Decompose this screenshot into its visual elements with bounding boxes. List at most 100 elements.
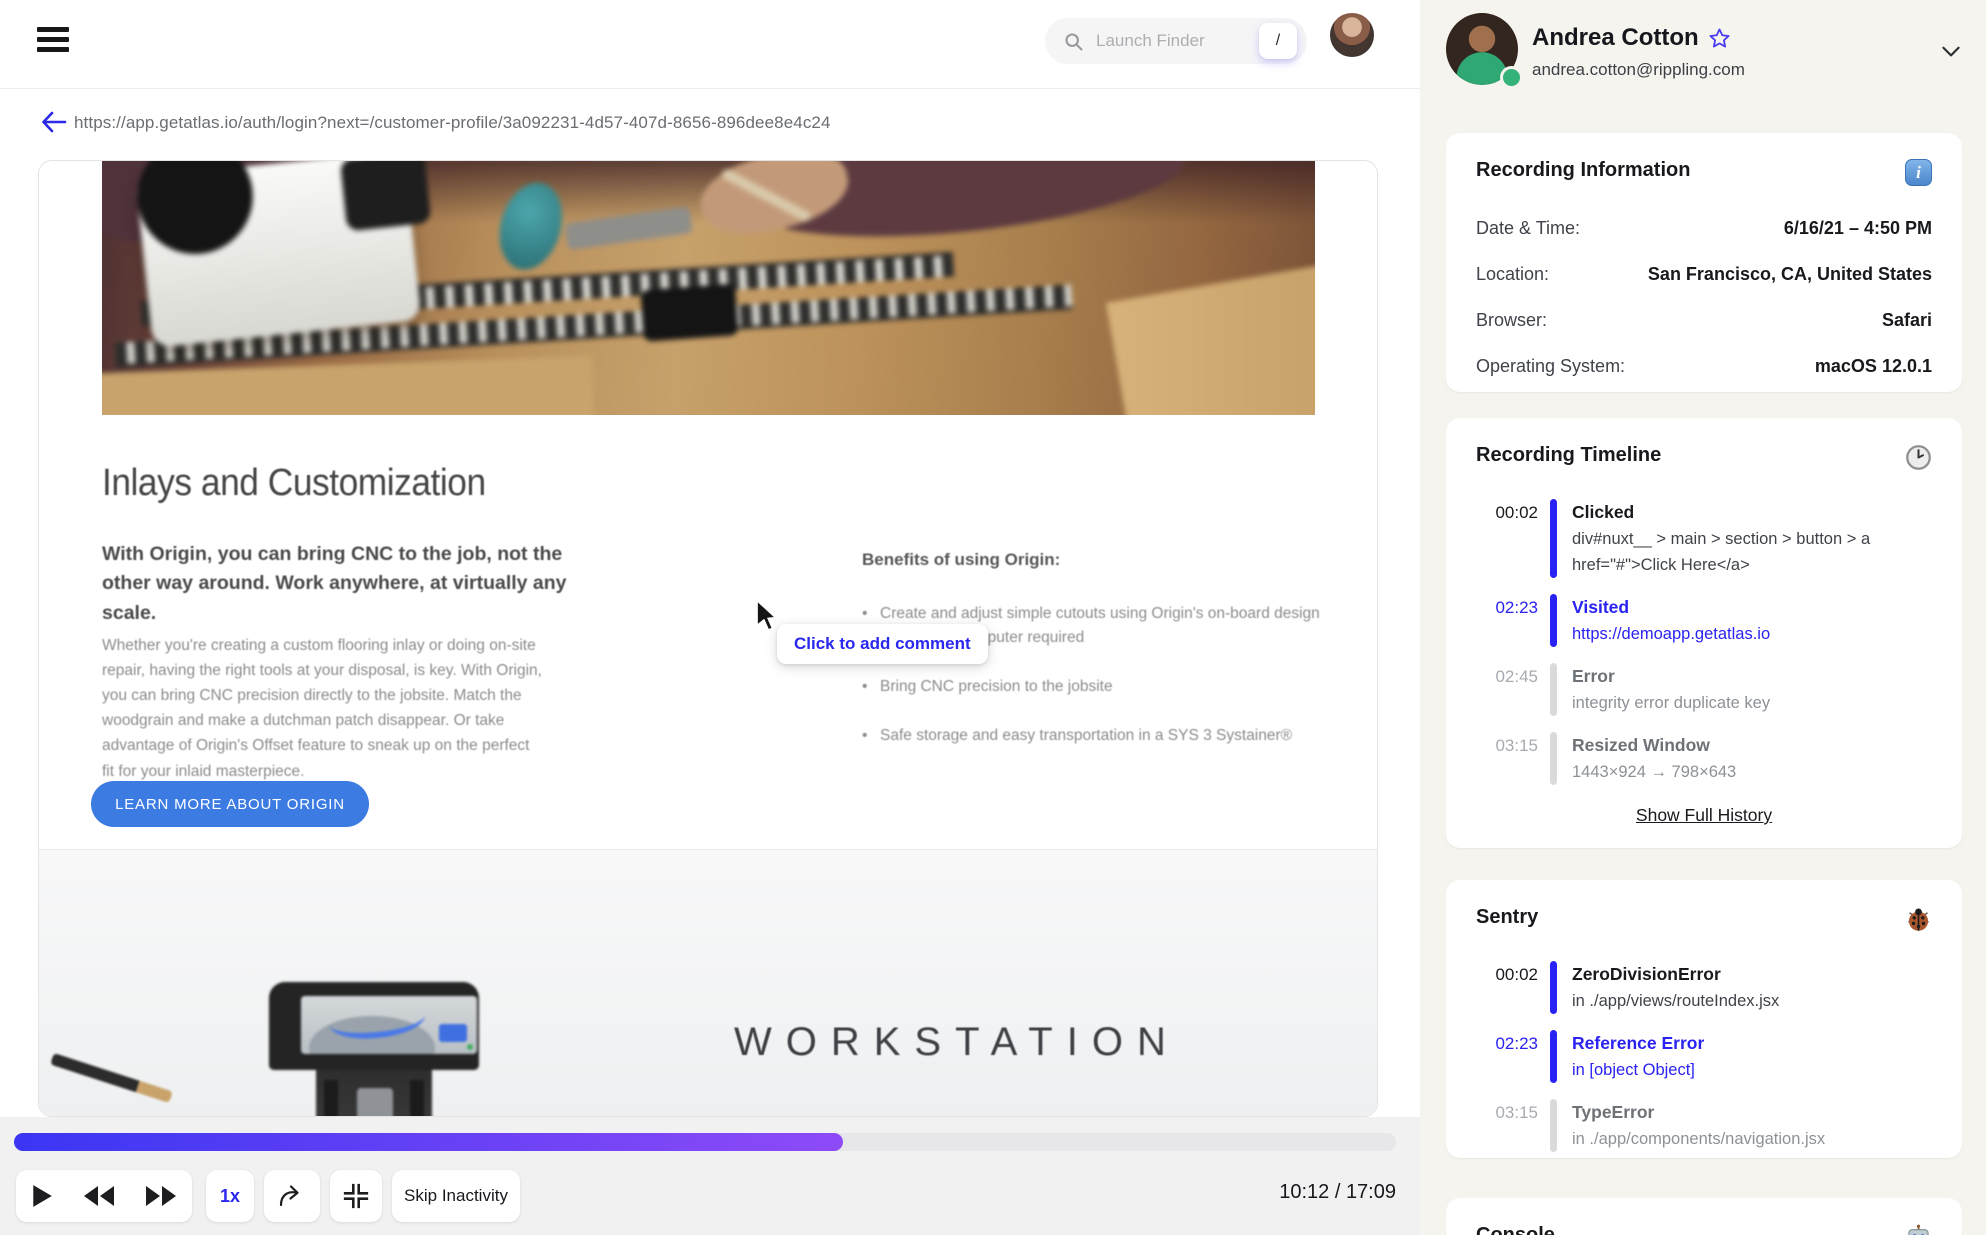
robot-icon (1908, 1224, 1929, 1235)
event-marker-bar (1550, 499, 1557, 578)
launch-finder-search[interactable]: / (1045, 18, 1307, 64)
timeline-event[interactable]: 00:02 Clicked div#nuxt__ > main > sectio… (1476, 499, 1932, 578)
favorite-star-icon[interactable] (1708, 27, 1731, 50)
console-title: Console (1476, 1224, 1555, 1235)
progress-fill (14, 1133, 844, 1151)
replay-subheading: With Origin, you can bring CNC to the jo… (102, 543, 567, 624)
event-marker-bar (1550, 663, 1557, 716)
replay-hero-photo (102, 161, 1315, 415)
event-title: Reference Error (1572, 1033, 1705, 1053)
mouse-cursor-icon (756, 601, 777, 631)
event-time: 03:15 (1495, 736, 1538, 755)
event-detail: integrity error duplicate key (1572, 694, 1771, 712)
event-marker-bar (1550, 594, 1557, 647)
top-bar: / (0, 0, 1420, 89)
hamburger-menu-icon[interactable] (37, 27, 69, 54)
benefits-title: Benefits of using Origin: (862, 550, 1061, 569)
timeline-event[interactable]: 03:15 Resized Window 1443×924 → 798×643 (1476, 732, 1932, 785)
replay-body-text: Whether you're creating a custom floorin… (102, 637, 542, 780)
info-label: Browser: (1476, 310, 1548, 330)
info-row: Operating System: macOS 12.0.1 (1476, 354, 1932, 379)
sentry-events: 00:02 ZeroDivisionError in ./app/views/r… (1476, 961, 1932, 1152)
sentry-title: Sentry (1476, 906, 1539, 928)
event-title: Visited (1572, 597, 1630, 617)
recording-information-title: Recording Information (1476, 159, 1691, 181)
transport-controls (16, 1170, 192, 1222)
event-time: 02:23 (1495, 598, 1538, 617)
recording-information-rows: Date & Time: 6/16/21 – 4:50 PM Location:… (1476, 216, 1932, 379)
search-icon (1065, 32, 1083, 50)
back-arrow-icon[interactable] (40, 108, 68, 136)
info-label: Date & Time: (1476, 218, 1581, 238)
playback-timecode: 10:12 / 17:09 (1279, 1181, 1396, 1203)
info-value: Safari (1881, 310, 1932, 330)
benefit-item: Safe storage and easy transportation in … (862, 724, 1324, 748)
clock-icon (1906, 445, 1931, 470)
info-row: Location: San Francisco, CA, United Stat… (1476, 262, 1932, 287)
event-detail: 1443×924 → 798×643 (1572, 763, 1737, 781)
info-label: Operating System: (1476, 356, 1626, 376)
add-comment-tooltip[interactable]: Click to add comment (777, 624, 988, 664)
benefit-item: Bring CNC precision to the jobsite (862, 675, 1324, 699)
sentry-event[interactable]: 03:15 TypeError in ./app/components/navi… (1476, 1099, 1932, 1152)
event-detail: https://demoapp.getatlas.io (1572, 625, 1771, 643)
browser-bar: https://app.getatlas.io/auth/login?next=… (0, 100, 1420, 144)
share-button[interactable] (264, 1170, 320, 1222)
event-time: 03:15 (1495, 1103, 1538, 1122)
console-card: Console (1446, 1198, 1962, 1235)
timeline-event[interactable]: 02:23 Visited https://demoapp.getatlas.i… (1476, 594, 1932, 647)
progress-bar[interactable] (14, 1133, 1396, 1151)
event-title: Resized Window (1572, 735, 1710, 755)
info-value: macOS 12.0.1 (1814, 356, 1932, 376)
event-marker-bar (1550, 732, 1557, 785)
event-time: 02:23 (1495, 1034, 1538, 1053)
share-arrow-icon (279, 1185, 299, 1207)
recording-information-card: Recording Information i Date & Time: 6/1… (1446, 133, 1962, 392)
page-url: https://app.getatlas.io/auth/login?next=… (74, 113, 831, 132)
session-replay-app: / https://app.getatlas.io/auth/login?nex… (0, 0, 1986, 1235)
playback-speed-button[interactable]: 1x (206, 1170, 254, 1222)
user-name: Andrea Cotton (1532, 24, 1731, 52)
event-detail: in [object Object] (1572, 1061, 1695, 1079)
play-button[interactable] (31, 1184, 53, 1208)
replay-section-heading: Inlays and Customization (102, 462, 486, 504)
timeline-event[interactable]: 02:45 Error integrity error duplicate ke… (1476, 663, 1932, 716)
timeline-events: 00:02 Clicked div#nuxt__ > main > sectio… (1476, 499, 1932, 785)
recording-timeline-card: Recording Timeline 00:02 Clicked div#nux… (1446, 418, 1962, 848)
info-label: Location: (1476, 264, 1550, 284)
topbar-avatar[interactable] (1330, 13, 1374, 57)
event-detail: in ./app/views/routeIndex.jsx (1572, 992, 1780, 1010)
user-name-text: Andrea Cotton (1532, 24, 1699, 51)
skip-inactivity-button[interactable]: Skip Inactivity (392, 1170, 520, 1222)
origin-device-image (254, 982, 494, 1116)
ladybug-icon (1908, 908, 1929, 931)
event-time: 02:45 (1495, 667, 1538, 686)
sentry-event[interactable]: 02:23 Reference Error in [object Object] (1476, 1030, 1932, 1083)
sentry-event[interactable]: 00:02 ZeroDivisionError in ./app/views/r… (1476, 961, 1932, 1014)
show-full-history-link[interactable]: Show Full History (1476, 805, 1932, 826)
details-sidebar: Andrea Cotton andrea.cotton@rippling.com… (1420, 0, 1986, 1235)
event-time: 00:02 (1495, 965, 1538, 984)
info-icon: i (1905, 159, 1932, 186)
collapse-view-button[interactable] (330, 1170, 382, 1222)
event-title: ZeroDivisionError (1572, 964, 1721, 984)
event-title: TypeError (1572, 1102, 1655, 1122)
info-row: Date & Time: 6/16/21 – 4:50 PM (1476, 216, 1932, 241)
chevron-down-icon[interactable] (1938, 38, 1964, 64)
search-input[interactable] (1094, 30, 1248, 52)
event-title: Error (1572, 666, 1615, 686)
info-value: San Francisco, CA, United States (1647, 264, 1932, 284)
event-marker-bar (1550, 1099, 1557, 1152)
recording-timeline-title: Recording Timeline (1476, 444, 1662, 466)
replay-viewport: Inlays and Customization With Origin, yo… (38, 160, 1378, 1117)
compress-icon (343, 1183, 369, 1209)
user-email: andrea.cotton@rippling.com (1532, 60, 1745, 79)
info-row: Browser: Safari (1476, 308, 1932, 333)
event-marker-bar (1550, 1030, 1557, 1083)
main-panel: / https://app.getatlas.io/auth/login?nex… (0, 0, 1420, 1235)
rewind-button[interactable] (83, 1185, 115, 1207)
event-marker-bar (1550, 961, 1557, 1014)
event-detail: in ./app/components/navigation.jsx (1572, 1130, 1826, 1148)
learn-more-button[interactable]: LEARN MORE ABOUT ORIGIN (91, 781, 369, 827)
fast-forward-button[interactable] (145, 1185, 177, 1207)
